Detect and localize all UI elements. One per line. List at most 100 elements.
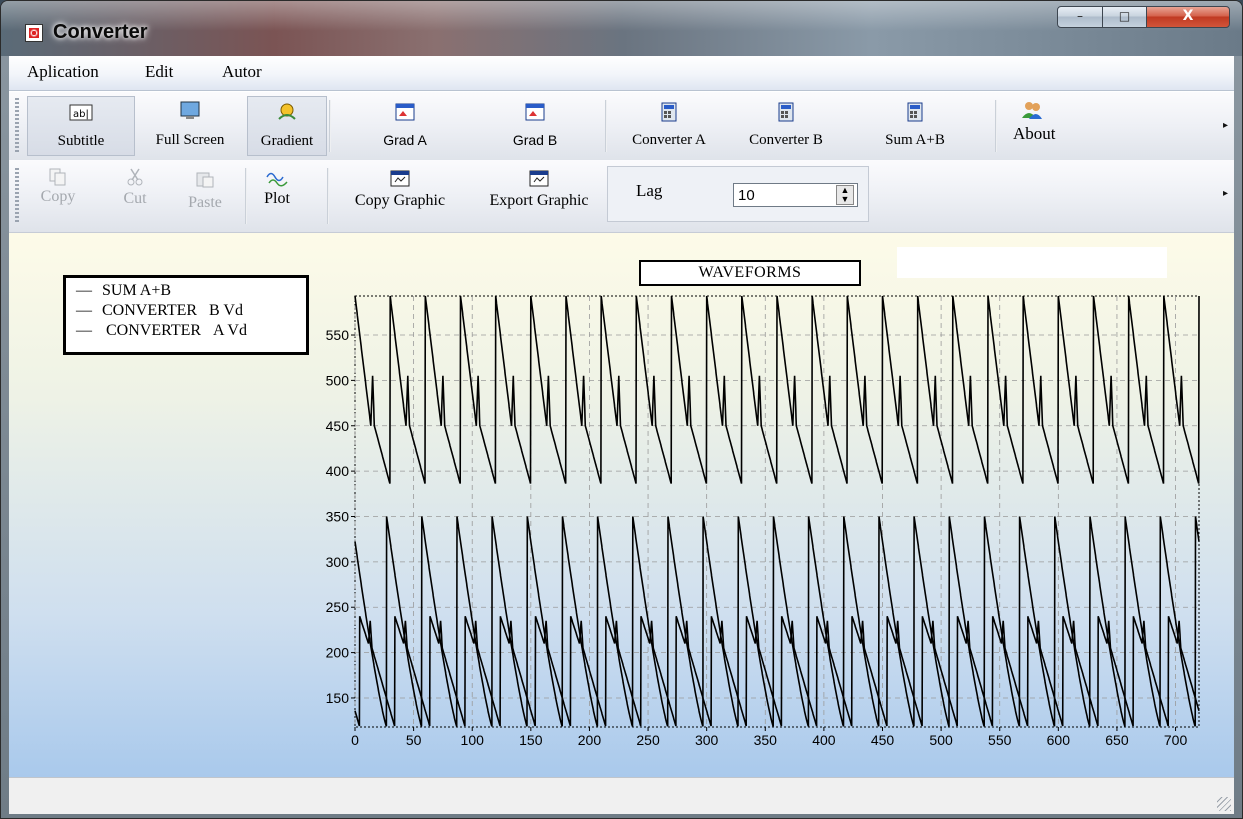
sum-ab-label: Sum A+B <box>885 132 945 148</box>
gradient-button[interactable]: Gradient <box>247 96 327 156</box>
converter-b-button[interactable]: Converter B <box>729 96 843 156</box>
x-tick-label: 600 <box>1047 732 1071 748</box>
menu-edit[interactable]: Edit <box>145 62 173 82</box>
gradient-label: Gradient <box>260 133 314 149</box>
gradient-icon <box>278 103 296 120</box>
legend-line: — <box>76 302 92 319</box>
export-graphic-label: Export Graphic <box>489 192 589 209</box>
calculator-icon <box>907 102 923 122</box>
y-tick-label: 350 <box>326 508 350 524</box>
legend-entry-a: — CONVERTER A Vd <box>76 322 247 340</box>
y-tick-label: 400 <box>326 463 350 479</box>
maximize-button[interactable]: □ <box>1102 6 1147 28</box>
legend-name: CONVERTER <box>106 322 202 339</box>
series-sum-ab-line <box>354 295 1200 484</box>
cut-label: Cut <box>123 190 147 207</box>
app-icon <box>25 24 43 42</box>
grad-b-label: Grad B <box>512 132 558 148</box>
copy-graphic-button[interactable]: Copy Graphic <box>333 166 467 226</box>
spin-down-icon[interactable]: ▼ <box>841 194 850 204</box>
menu-bar: Aplication Edit Autor <box>9 56 1234 91</box>
graphic-icon <box>529 170 549 187</box>
chart-title: WAVEFORMS <box>639 260 861 286</box>
paste-label: Paste <box>188 194 222 211</box>
grad-b-button[interactable]: Grad B <box>485 96 585 156</box>
secondary-toolbar: Copy Cut Paste Plot Copy Graphic Export … <box>9 160 1234 233</box>
menu-aplication[interactable]: Aplication <box>27 62 99 82</box>
x-tick-label: 550 <box>988 732 1012 748</box>
legend-name: CONVERTER <box>102 302 198 319</box>
series-converter-b-line <box>354 516 1200 727</box>
y-tick-label: 300 <box>326 554 350 570</box>
copy-graphic-label: Copy Graphic <box>354 192 446 209</box>
plot-label: Plot <box>264 190 290 207</box>
chart-legend: — SUM A+B — CONVERTER B Vd — CONVERTER A… <box>63 275 309 355</box>
application-window: Converter – □ X Aplication Edit Autor ab… <box>0 0 1243 819</box>
full-screen-button[interactable]: Full Screen <box>136 96 244 156</box>
toolbar-grip[interactable] <box>15 168 19 224</box>
converter-a-label: Converter A <box>632 132 706 148</box>
toolbar-more-icon[interactable]: ▸ <box>1223 188 1228 199</box>
client-area: Aplication Edit Autor ab| Subtitle Full … <box>9 56 1234 814</box>
plot-icon <box>266 172 288 187</box>
calculator-icon <box>661 102 677 122</box>
y-tick-label: 450 <box>326 418 350 434</box>
minimize-button[interactable]: – <box>1057 6 1103 28</box>
resize-grip-icon[interactable] <box>1217 797 1231 811</box>
about-button[interactable]: About <box>1003 96 1083 156</box>
graphic-icon <box>390 170 410 187</box>
users-icon <box>1022 102 1042 119</box>
x-tick-label: 500 <box>929 732 953 748</box>
legend-line: — <box>76 322 92 339</box>
lag-spinner[interactable]: ▲ ▼ <box>836 185 854 205</box>
grad-b-icon <box>525 103 545 121</box>
y-tick-label: 550 <box>326 327 350 343</box>
menu-autor[interactable]: Autor <box>222 62 262 82</box>
legend-entry-b: — CONVERTER B Vd <box>76 302 243 320</box>
legend-entry-sum: — SUM A+B <box>76 282 171 300</box>
lag-label: Lag <box>636 181 663 200</box>
cut-button[interactable]: Cut <box>113 166 157 226</box>
title-bar[interactable]: Converter – □ X <box>1 1 1242 56</box>
toolbar-more-icon[interactable]: ▸ <box>1223 120 1228 131</box>
grad-a-button[interactable]: Grad A <box>355 96 455 156</box>
x-tick-label: 200 <box>578 732 602 748</box>
toolbar-grip[interactable] <box>15 98 19 154</box>
copy-icon <box>49 168 66 186</box>
svg-text:ab|: ab| <box>73 109 89 120</box>
paste-button[interactable]: Paste <box>173 166 237 226</box>
legend-suffix: A Vd <box>213 322 247 339</box>
x-tick-label: 50 <box>406 732 422 748</box>
grad-a-label: Grad A <box>383 132 427 148</box>
plot-panel: 0 50 100 150 200 250 300 350 400 450 500 550 600 650 7… <box>9 233 1234 777</box>
paste-icon <box>196 172 214 188</box>
legend-line: — <box>76 282 92 299</box>
sum-ab-button[interactable]: Sum A+B <box>867 96 963 156</box>
x-tick-label: 700 <box>1164 732 1188 748</box>
converter-b-label: Converter B <box>749 132 823 148</box>
export-graphic-button[interactable]: Export Graphic <box>471 166 607 226</box>
close-button[interactable]: X <box>1146 6 1230 28</box>
series-converter-a-line <box>354 616 1200 727</box>
main-toolbar: ab| Subtitle Full Screen Gradient Grad A… <box>9 92 1234 161</box>
full-screen-icon <box>180 101 200 119</box>
y-tick-label: 150 <box>326 690 350 706</box>
subtitle-label: Subtitle <box>57 133 105 149</box>
copy-label: Copy <box>40 188 76 205</box>
subtitle-button[interactable]: ab| Subtitle <box>27 96 135 156</box>
x-tick-label: 350 <box>754 732 778 748</box>
full-screen-label: Full Screen <box>155 132 225 148</box>
x-tick-label: 100 <box>461 732 485 748</box>
converter-a-button[interactable]: Converter A <box>611 96 727 156</box>
plot-button[interactable]: Plot <box>249 166 305 226</box>
lag-control: Lag ▲▼ <box>607 166 869 222</box>
y-tick-label: 250 <box>326 599 350 615</box>
copy-button[interactable]: Copy <box>27 166 89 226</box>
about-label: About <box>1013 124 1056 143</box>
subtitle-icon: ab| <box>69 104 93 121</box>
x-tick-label: 150 <box>519 732 543 748</box>
x-tick-label: 650 <box>1105 732 1129 748</box>
legend-suffix: B Vd <box>209 302 243 319</box>
x-tick-label: 300 <box>695 732 719 748</box>
x-tick-label: 400 <box>812 732 836 748</box>
